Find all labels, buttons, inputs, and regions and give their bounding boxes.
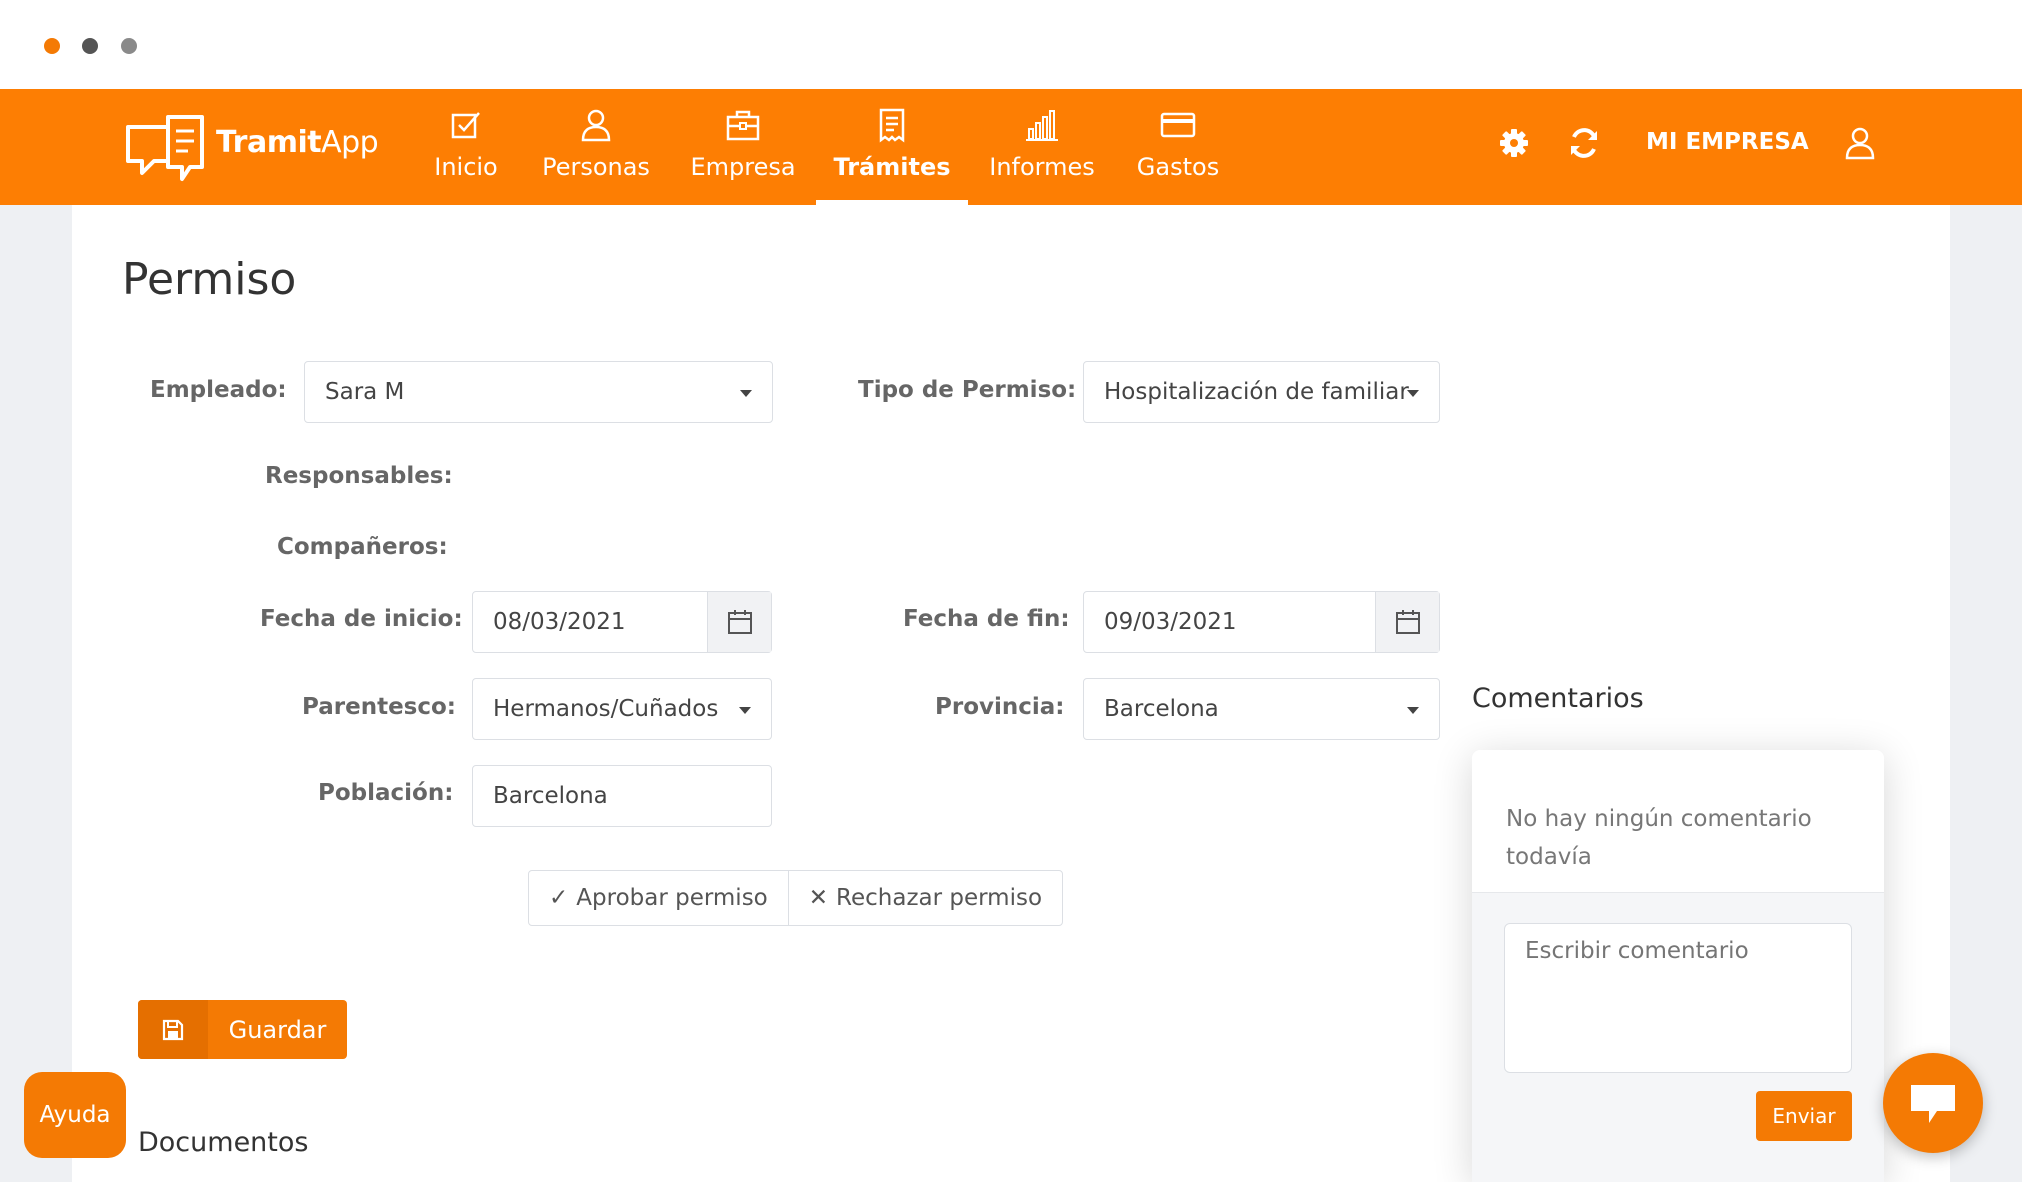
user-icon[interactable] bbox=[1842, 125, 1878, 161]
empleado-select[interactable]: Sara M bbox=[304, 361, 773, 423]
check-icon: ✓ bbox=[549, 885, 569, 911]
provincia-select[interactable]: Barcelona bbox=[1083, 678, 1440, 740]
checkbox-icon bbox=[451, 112, 480, 139]
chat-bubble-icon bbox=[1911, 1085, 1955, 1123]
brand-name: TramitApp bbox=[216, 125, 379, 160]
nav-label-gastos: Gastos bbox=[1136, 153, 1220, 181]
send-comment-button[interactable]: Enviar bbox=[1756, 1091, 1852, 1141]
comments-empty-message: No hay ningún comentario todavía bbox=[1506, 806, 1812, 870]
nav-label-tramites: Trámites bbox=[833, 153, 951, 181]
approve-button[interactable]: ✓ Aprobar permiso bbox=[529, 871, 788, 925]
window-dot-minimize[interactable] bbox=[82, 38, 98, 54]
empleado-label: Empleado: bbox=[150, 377, 287, 403]
person-icon bbox=[581, 109, 611, 142]
poblacion-label: Población: bbox=[318, 780, 454, 806]
fecha-fin-label: Fecha de fin: bbox=[903, 606, 1070, 632]
save-button[interactable]: Guardar bbox=[138, 1000, 347, 1059]
company-selector[interactable]: MI EMPRESA bbox=[1646, 129, 1809, 155]
fecha-fin-input[interactable]: 09/03/2021 bbox=[1083, 591, 1440, 653]
nav-personas[interactable]: Personas bbox=[542, 89, 650, 205]
save-label: Guardar bbox=[228, 1015, 327, 1044]
nav-inicio[interactable]: Inicio bbox=[434, 89, 498, 205]
nav-tramites[interactable]: Trámites bbox=[816, 89, 968, 205]
comment-textarea[interactable] bbox=[1504, 923, 1852, 1073]
chevron-down-icon bbox=[1407, 707, 1419, 714]
empleado-value: Sara M bbox=[325, 379, 405, 405]
provincia-value: Barcelona bbox=[1104, 696, 1219, 722]
approve-label: Aprobar permiso bbox=[576, 885, 768, 911]
comments-heading: Comentarios bbox=[1472, 683, 1644, 714]
tipo-permiso-select[interactable]: Hospitalización de familiar bbox=[1083, 361, 1440, 423]
parentesco-label: Parentesco: bbox=[302, 694, 456, 720]
nav-informes[interactable]: Informes bbox=[989, 89, 1095, 205]
help-label: Ayuda bbox=[39, 1102, 111, 1128]
bar-chart-icon bbox=[1026, 110, 1058, 141]
tipo-permiso-label: Tipo de Permiso: bbox=[858, 377, 1077, 403]
calendar-button[interactable] bbox=[707, 592, 771, 652]
companeros-label: Compañeros: bbox=[277, 534, 448, 560]
fecha-inicio-value: 08/03/2021 bbox=[493, 609, 626, 635]
receipt-icon bbox=[879, 108, 905, 143]
approval-button-group: ✓ Aprobar permiso ✕ Rechazar permiso bbox=[528, 870, 1064, 926]
parentesco-value: Hermanos/Cuñados bbox=[493, 696, 719, 722]
close-icon: ✕ bbox=[808, 885, 829, 911]
chevron-down-icon bbox=[1407, 390, 1419, 397]
fecha-fin-value: 09/03/2021 bbox=[1104, 609, 1237, 635]
fecha-inicio-input[interactable]: 08/03/2021 bbox=[472, 591, 772, 653]
chevron-down-icon bbox=[740, 390, 752, 397]
nav-gastos[interactable]: Gastos bbox=[1136, 89, 1220, 205]
gear-icon[interactable] bbox=[1496, 125, 1532, 161]
nav-label-personas: Personas bbox=[542, 153, 650, 181]
comments-footer: Enviar bbox=[1472, 892, 1884, 1182]
nav-label-inicio: Inicio bbox=[434, 153, 498, 181]
window-dot-close[interactable] bbox=[44, 38, 60, 54]
poblacion-value: Barcelona bbox=[493, 783, 608, 809]
provincia-label: Provincia: bbox=[935, 694, 1065, 720]
comments-panel: No hay ningún comentario todavía Enviar bbox=[1472, 750, 1884, 1182]
window-titlebar bbox=[0, 0, 2022, 89]
speech-bubbles-icon bbox=[126, 115, 204, 181]
fecha-inicio-label: Fecha de inicio: bbox=[260, 606, 463, 632]
briefcase-icon bbox=[726, 110, 760, 141]
parentesco-select[interactable]: Hermanos/Cuñados bbox=[472, 678, 772, 740]
responsables-label: Responsables: bbox=[265, 463, 453, 489]
nav-label-empresa: Empresa bbox=[690, 153, 796, 181]
poblacion-input[interactable]: Barcelona bbox=[472, 765, 772, 827]
window-dot-maximize[interactable] bbox=[121, 38, 137, 54]
tramitapp-logo[interactable]: TramitApp bbox=[124, 109, 379, 185]
send-label: Enviar bbox=[1772, 1104, 1836, 1128]
reject-label: Rechazar permiso bbox=[836, 885, 1043, 911]
floppy-disk-icon bbox=[138, 1000, 208, 1059]
help-button[interactable]: Ayuda bbox=[24, 1072, 126, 1158]
refresh-icon[interactable] bbox=[1566, 125, 1602, 161]
reject-button[interactable]: ✕ Rechazar permiso bbox=[787, 871, 1062, 925]
top-navbar: TramitApp Inicio Personas Empresa Trámit… bbox=[0, 89, 2022, 205]
calendar-icon bbox=[1395, 610, 1420, 634]
chevron-down-icon bbox=[739, 707, 751, 714]
nav-label-informes: Informes bbox=[989, 153, 1095, 181]
page-title: Permiso bbox=[122, 254, 297, 305]
calendar-button[interactable] bbox=[1375, 592, 1439, 652]
documents-heading: Documentos bbox=[138, 1127, 309, 1158]
tipo-permiso-value: Hospitalización de familiar bbox=[1104, 379, 1409, 405]
chat-launcher-button[interactable] bbox=[1883, 1053, 1983, 1153]
calendar-icon bbox=[727, 610, 752, 634]
credit-card-icon bbox=[1160, 112, 1196, 138]
nav-empresa[interactable]: Empresa bbox=[690, 89, 796, 205]
